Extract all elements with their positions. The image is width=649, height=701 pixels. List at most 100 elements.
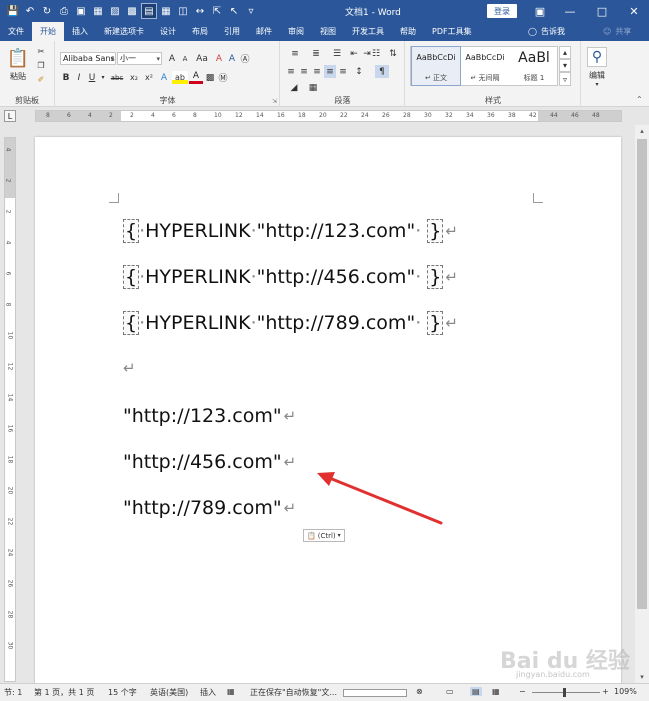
change-case-icon[interactable]: Aa — [192, 52, 212, 65]
status-language[interactable]: 英语(美国) — [150, 687, 188, 698]
collapse-ribbon-icon[interactable]: ⌃ — [636, 95, 643, 104]
scrollbar-thumb[interactable] — [637, 139, 647, 609]
line-spacing-icon[interactable]: ↕ — [350, 65, 368, 78]
grow-font-icon[interactable]: A — [166, 52, 178, 65]
char-shading-icon[interactable]: ▩ — [204, 71, 216, 84]
minimize-icon[interactable]: — — [555, 0, 585, 22]
bold-button[interactable]: B — [60, 71, 72, 84]
save-icon[interactable]: 💾 — [6, 4, 20, 18]
tell-me-box[interactable]: ◯ 告诉我 — [528, 22, 565, 41]
borders-icon[interactable]: ▦ — [304, 81, 322, 94]
font-size-combo[interactable]: 小一 ▾ — [117, 52, 162, 65]
font-name-combo[interactable]: Alibaba Sans ▾ — [60, 52, 116, 65]
cut-icon[interactable]: ✂ — [34, 45, 48, 57]
status-mode[interactable]: 插入 — [200, 687, 216, 698]
tab-developer[interactable]: 开发工具 — [344, 22, 392, 41]
print-preview-icon[interactable]: ⎙ — [57, 4, 71, 18]
print-layout-icon[interactable]: ▤ — [470, 687, 482, 696]
format-painter-icon[interactable]: ✐ — [34, 73, 48, 85]
spacing-icon[interactable]: ↔ — [193, 4, 207, 18]
phonetic-guide-icon[interactable]: A — [226, 52, 238, 65]
underline-button[interactable]: U — [86, 71, 98, 84]
styles-scroll-down-icon[interactable]: ▾ — [559, 59, 571, 72]
zoom-slider-thumb[interactable] — [563, 688, 566, 697]
justify-icon[interactable]: ≡ — [324, 65, 336, 78]
copy-icon[interactable]: ▩ — [125, 4, 139, 18]
italic-button[interactable]: I — [73, 71, 85, 84]
strikethrough-button[interactable]: abc — [108, 71, 126, 84]
style-normal[interactable]: AaBbCcDi ↵ 正文 — [411, 46, 461, 86]
tab-home[interactable]: 开始 — [32, 22, 64, 41]
style-no-spacing[interactable]: AaBbCcDi ↵ 无间隔 — [461, 47, 509, 85]
styles-more-icon[interactable]: ▿ — [559, 72, 571, 86]
highlight-button[interactable]: ab — [172, 71, 188, 84]
maximize-icon[interactable]: □ — [587, 0, 617, 22]
ribbon-display-icon[interactable]: ▣ — [525, 0, 555, 22]
numbering-icon[interactable]: ≣ — [306, 47, 326, 60]
undo-icon[interactable]: ↶ — [23, 4, 37, 18]
paste-icon[interactable]: 📋 — [6, 45, 30, 71]
show-marks-icon[interactable]: ¶ — [375, 65, 389, 78]
multilevel-list-icon[interactable]: ☰ — [327, 47, 347, 60]
folder-icon[interactable]: ▦ — [91, 4, 105, 18]
enclosed-circle-icon[interactable]: Ⓜ — [217, 71, 229, 84]
subscript-button[interactable]: x₂ — [127, 71, 141, 84]
align-center-icon[interactable]: ≡ — [298, 65, 310, 78]
zoom-out-icon[interactable]: − — [519, 687, 526, 696]
horizontal-ruler[interactable]: 8 6 4 2 2 4 6 8 10 12 14 16 18 20 22 24 26 28 30 32 34 36 38 42… — [35, 110, 622, 122]
paste-button-label[interactable]: 粘贴 — [6, 71, 30, 82]
open-icon[interactable]: ▣ — [74, 4, 88, 18]
tab-selector[interactable]: L — [4, 110, 16, 122]
zoom-level[interactable]: 109% — [614, 687, 637, 696]
tab-references[interactable]: 引用 — [216, 22, 248, 41]
scroll-up-icon[interactable]: ▴ — [635, 125, 649, 137]
search-icon[interactable]: ⚲ — [587, 47, 607, 67]
zoom-slider-track[interactable] — [532, 692, 600, 693]
zoom-in-icon[interactable]: + — [602, 687, 609, 696]
align-right-icon[interactable]: ≡ — [311, 65, 323, 78]
read-mode-icon[interactable]: ▤ — [141, 3, 157, 19]
distributed-icon[interactable]: ≡ — [337, 65, 349, 78]
login-button[interactable]: 登录 — [487, 4, 517, 18]
scroll-down-icon[interactable]: ▾ — [635, 671, 649, 683]
copy-icon[interactable]: ❐ — [34, 59, 48, 71]
web-layout-icon[interactable]: ▦ — [492, 687, 500, 696]
dialog-launcher-icon[interactable]: ⇲ — [272, 98, 277, 105]
cancel-save-icon[interactable]: ⊗ — [416, 687, 423, 696]
shrink-font-icon[interactable]: A — [179, 52, 191, 65]
tab-mailings[interactable]: 邮件 — [248, 22, 280, 41]
tab-view[interactable]: 视图 — [312, 22, 344, 41]
tab-file[interactable]: 文件 — [0, 22, 32, 41]
tab-design[interactable]: 设计 — [152, 22, 184, 41]
close-icon[interactable]: ✕ — [619, 0, 649, 22]
tab-new[interactable]: 新建选项卡 — [96, 22, 152, 41]
superscript-button[interactable]: x² — [142, 71, 156, 84]
style-heading-1[interactable]: AaBl 标题 1 — [510, 47, 558, 85]
focus-mode-icon[interactable]: ▭ — [446, 687, 454, 696]
columns-icon[interactable]: ◫ — [176, 4, 190, 18]
enclose-char-icon[interactable]: Ⓐ — [239, 52, 251, 65]
decrease-indent-icon[interactable]: ⇤ — [348, 47, 360, 60]
clear-format-icon[interactable]: A — [213, 52, 225, 65]
customize-icon[interactable]: ▿ — [244, 4, 258, 18]
underline-dropdown-icon[interactable]: ▾ — [99, 71, 107, 84]
tab-pdf[interactable]: PDF工具集 — [424, 22, 480, 41]
share-button[interactable]: ☺ 共享 — [603, 22, 631, 41]
tab-layout[interactable]: 布局 — [184, 22, 216, 41]
table-icon[interactable]: ▦ — [159, 4, 173, 18]
vertical-scrollbar[interactable]: ▴ ▾ — [635, 125, 649, 683]
select-icon[interactable]: ⇱ — [210, 4, 224, 18]
styles-scroll-up-icon[interactable]: ▴ — [559, 46, 571, 59]
status-section[interactable]: 节: 1 — [4, 687, 22, 698]
macro-icon[interactable]: ▦ — [227, 687, 235, 696]
status-words[interactable]: 15 个字 — [108, 687, 137, 698]
tab-insert[interactable]: 插入 — [64, 22, 96, 41]
status-page[interactable]: 第 1 页，共 1 页 — [34, 687, 94, 698]
redo-icon[interactable]: ↻ — [40, 4, 54, 18]
text-effects-button[interactable]: A — [157, 71, 171, 84]
tab-help[interactable]: 帮助 — [392, 22, 424, 41]
shading-icon[interactable]: ◢ — [285, 81, 303, 94]
align-left-icon[interactable]: ≡ — [285, 65, 297, 78]
tab-review[interactable]: 审阅 — [280, 22, 312, 41]
pointer-icon[interactable]: ↖ — [227, 4, 241, 18]
